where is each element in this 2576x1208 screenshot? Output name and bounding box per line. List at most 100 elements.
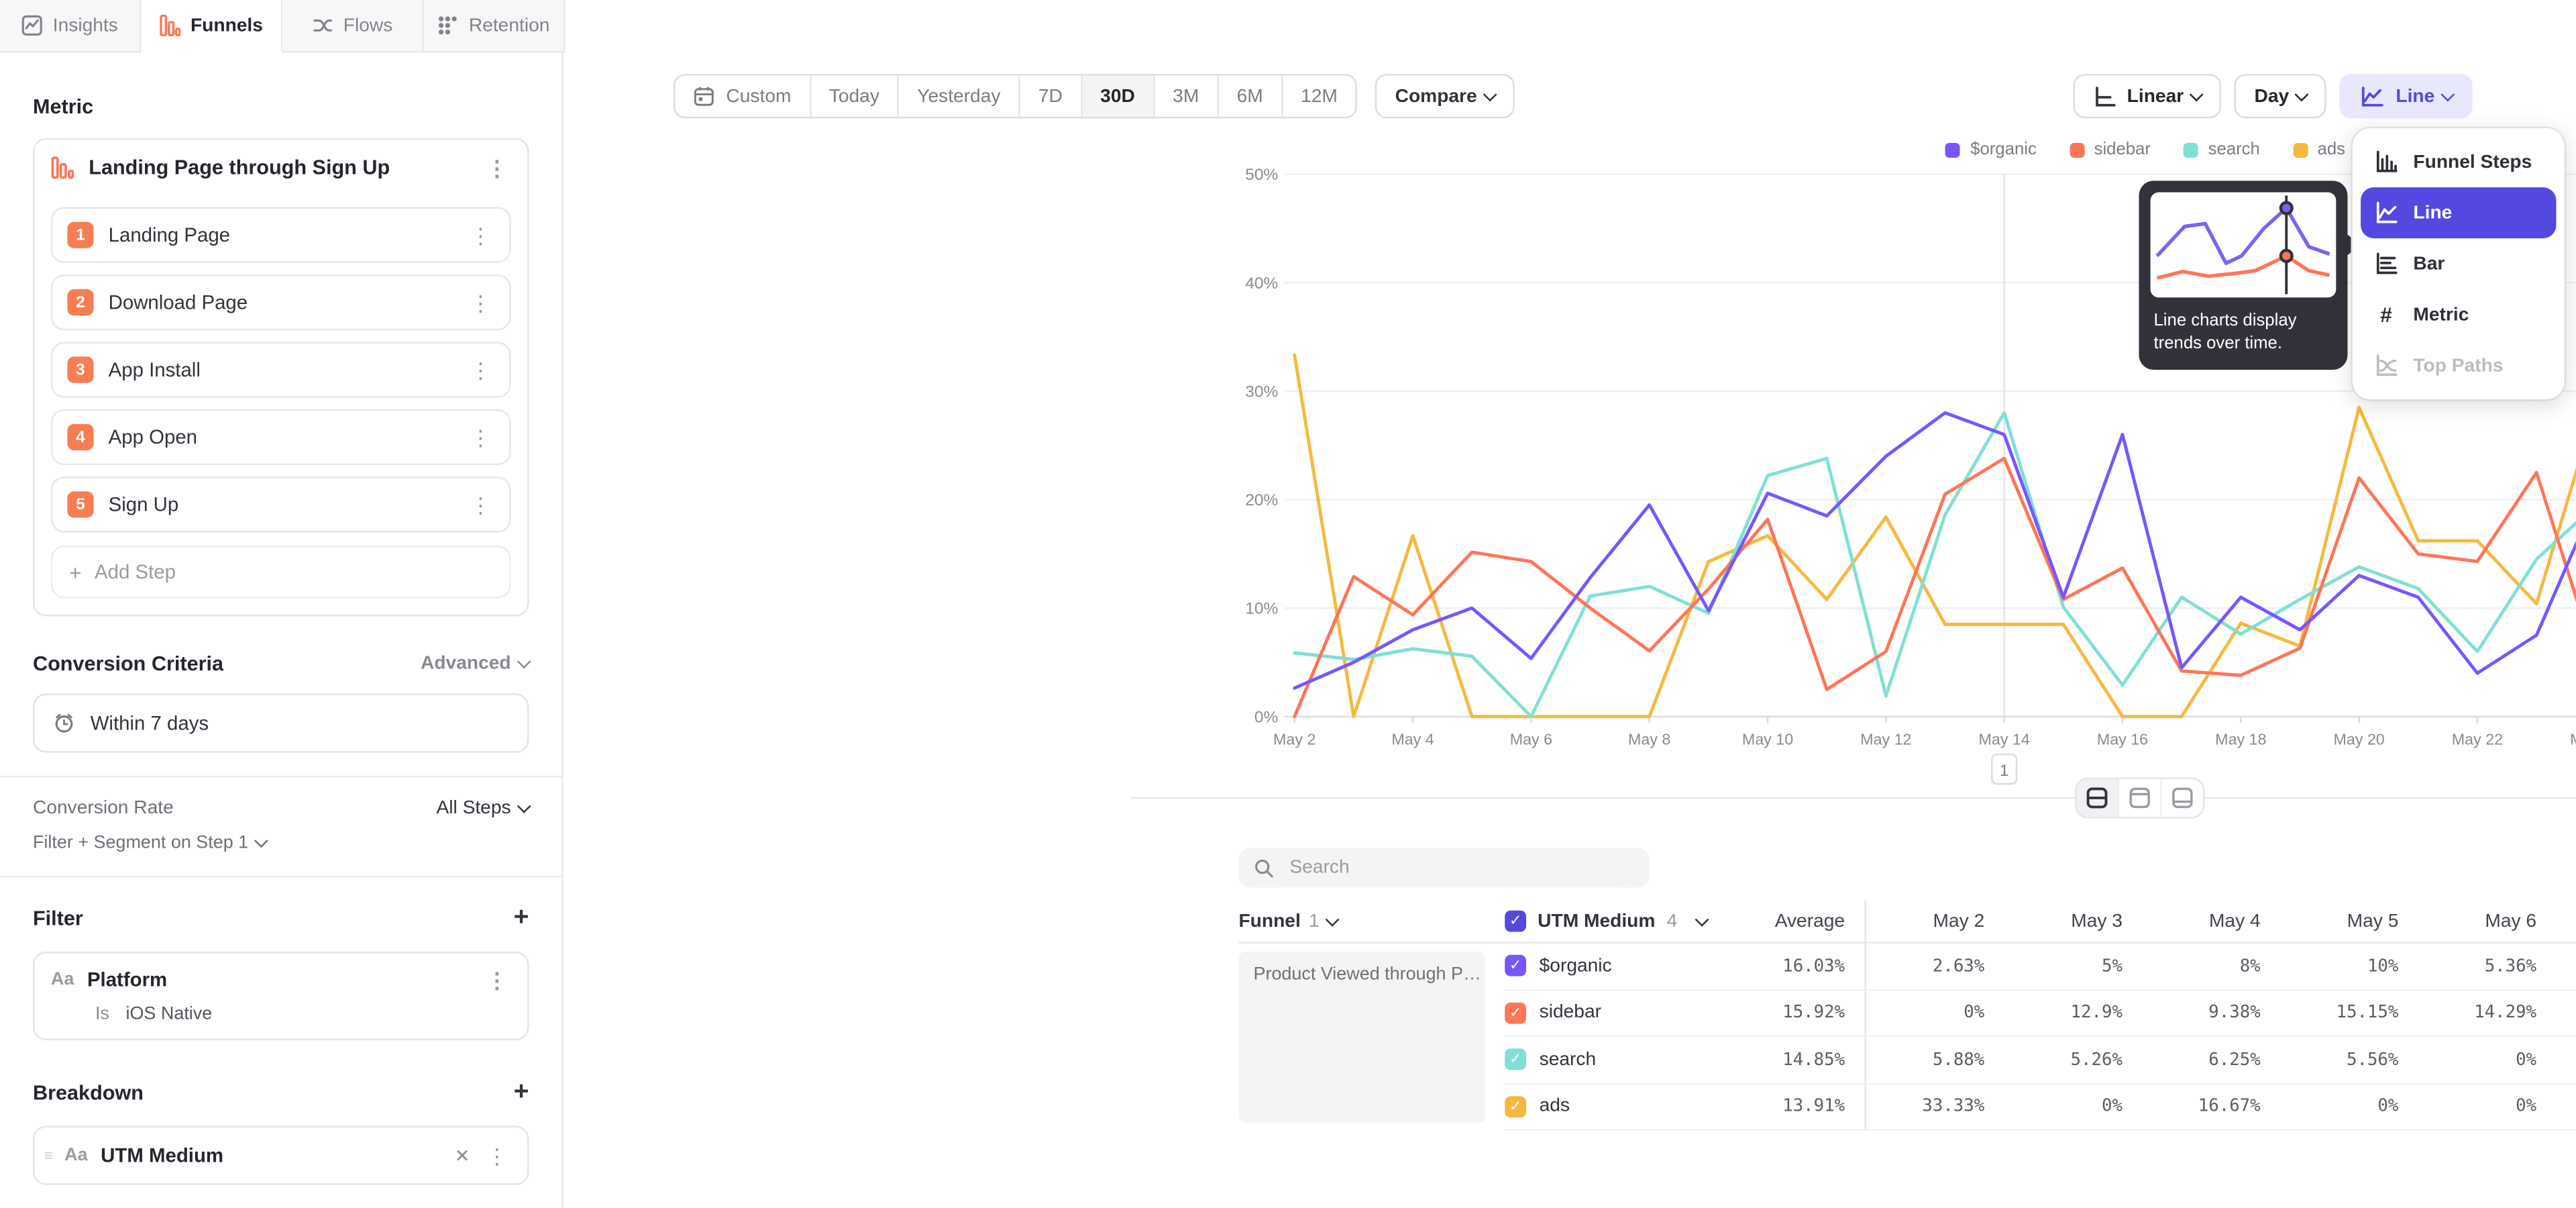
day-column-header[interactable]: May 7 — [2556, 911, 2575, 931]
day-column-header[interactable]: May 2 — [1866, 911, 2004, 931]
series-checkbox[interactable]: ✓ — [1505, 1002, 1526, 1023]
filter-card-platform[interactable]: Aa Platform ⋮ Is iOS Native — [33, 952, 529, 1040]
filter-operator[interactable]: Is — [95, 1004, 109, 1023]
tooltip-text: Line charts display trends over time. — [2151, 309, 2337, 355]
conversion-window-card[interactable]: Within 7 days — [33, 693, 529, 752]
step-label: App Install — [109, 358, 201, 381]
day-column-header[interactable]: May 6 — [2418, 911, 2557, 931]
series-checkbox[interactable]: ✓ — [1505, 955, 1526, 976]
funnel-step-2[interactable]: 2 Download Page ⋮ — [51, 274, 511, 330]
range-custom-button[interactable]: Custom — [675, 76, 810, 117]
drag-handle-icon[interactable]: ≡ — [44, 1147, 51, 1163]
calendar-icon — [693, 85, 714, 107]
day-column-header[interactable]: May 5 — [2280, 911, 2418, 931]
date-range-segmented-control: Custom Today Yesterday 7D 30D 3M 6M 12M — [674, 74, 1357, 118]
tab-funnels[interactable]: Funnels — [142, 0, 283, 52]
metric-section-heading: Metric — [33, 95, 529, 118]
range-3m-button[interactable]: 3M — [1155, 76, 1218, 117]
svg-text:May 10: May 10 — [1742, 730, 1793, 748]
scale-dropdown[interactable]: Linear — [2073, 74, 2222, 118]
funnel-step-5[interactable]: 5 Sign Up ⋮ — [51, 476, 511, 532]
legend-item[interactable]: $organic — [1945, 140, 2036, 159]
menu-item-funnel-steps[interactable]: Funnel Steps — [2361, 136, 2556, 187]
svg-text:May 4: May 4 — [1391, 730, 1434, 748]
insights-icon — [21, 15, 43, 36]
average-value: 16.03% — [1715, 944, 1866, 989]
breakdown-column-header[interactable]: ✓ UTM Medium 4 — [1505, 911, 1707, 932]
day-column-header[interactable]: May 4 — [2142, 911, 2280, 931]
svg-text:May 14: May 14 — [1979, 730, 2030, 748]
top-paths-icon — [2374, 354, 2399, 379]
series-checkbox[interactable]: ✓ — [1505, 1049, 1526, 1070]
tab-flows[interactable]: Flows — [282, 0, 424, 52]
table-row-organic: ✓$organic16.03%2.63%5%8%10%5.36%12.82%19… — [1505, 944, 2576, 991]
metric-icon: # — [2374, 303, 2399, 328]
filter-segment-dropdown[interactable]: Filter + Segment on Step 1 — [33, 834, 529, 853]
range-30d-button[interactable]: 30D — [1082, 76, 1155, 117]
all-steps-dropdown[interactable]: All Steps — [436, 799, 529, 818]
average-column-header[interactable]: Average — [1715, 901, 1866, 942]
add-breakdown-button[interactable]: + — [514, 1080, 529, 1106]
compare-button[interactable]: Compare — [1375, 74, 1515, 118]
tab-insights[interactable]: Insights — [0, 0, 142, 52]
menu-item-top-paths[interactable]: Top Paths — [2361, 340, 2556, 391]
table-header-row: Funnel 1 ✓ UTM Medium 4 AverageMay 2May … — [1238, 901, 2575, 944]
layout-chart-view-button[interactable] — [2119, 779, 2162, 817]
bar-chart-icon — [2374, 252, 2399, 276]
clock-icon — [52, 711, 75, 734]
menu-item-metric[interactable]: # Metric — [2361, 289, 2556, 340]
day-value: 5.88% — [1866, 1050, 2004, 1069]
kebab-menu-icon[interactable]: ⋮ — [483, 969, 511, 991]
chart-type-dropdown[interactable]: Line — [2340, 74, 2472, 118]
breakdown-table: Funnel 1 ✓ UTM Medium 4 AverageMay 2May … — [1238, 901, 2575, 1131]
day-value: 16.67% — [2142, 1097, 2280, 1116]
kebab-menu-icon[interactable]: ⋮ — [483, 157, 511, 179]
kebab-menu-icon[interactable]: ⋮ — [466, 224, 494, 246]
range-yesterday-button[interactable]: Yesterday — [899, 76, 1020, 117]
range-7d-button[interactable]: 7D — [1020, 76, 1082, 117]
average-value: 15.92% — [1715, 990, 1866, 1035]
menu-item-line[interactable]: Line — [2361, 187, 2556, 238]
svg-text:May 6: May 6 — [1510, 730, 1552, 748]
range-today-button[interactable]: Today — [811, 76, 899, 117]
range-12m-button[interactable]: 12M — [1283, 76, 1356, 117]
search-input[interactable] — [1286, 856, 1634, 879]
divider — [0, 876, 562, 877]
remove-breakdown-icon[interactable]: ✕ — [455, 1145, 470, 1166]
funnel-step-1[interactable]: 1 Landing Page ⋮ — [51, 207, 511, 263]
filter-value[interactable]: iOS Native — [125, 1004, 212, 1023]
day-value: 12.82% — [2556, 956, 2575, 976]
range-6m-button[interactable]: 6M — [1219, 76, 1283, 117]
conversion-window-value: Within 7 days — [91, 711, 209, 734]
layout-table-view-button[interactable] — [2162, 779, 2203, 817]
day-value: 15.15% — [2280, 1003, 2418, 1022]
add-step-button[interactable]: + Add Step — [51, 546, 511, 598]
series-checkbox[interactable]: ✓ — [1505, 1096, 1526, 1117]
tab-retention[interactable]: Retention — [424, 0, 566, 52]
interval-dropdown[interactable]: Day — [2235, 74, 2326, 118]
day-value: 9.38% — [2142, 1003, 2280, 1022]
advanced-dropdown[interactable]: Advanced — [421, 654, 529, 674]
funnel-column-header[interactable]: Funnel 1 — [1238, 911, 1337, 931]
step-number-badge: 5 — [67, 491, 93, 517]
breakdown-card-utm-medium[interactable]: ≡ Aa UTM Medium ✕ ⋮ — [33, 1125, 529, 1185]
funnel-step-3[interactable]: 3 App Install ⋮ — [51, 342, 511, 397]
menu-item-bar[interactable]: Bar — [2361, 238, 2556, 289]
day-column-header[interactable]: May 3 — [2004, 911, 2143, 931]
kebab-menu-icon[interactable]: ⋮ — [466, 292, 494, 313]
step-label: Sign Up — [109, 493, 179, 516]
kebab-menu-icon[interactable]: ⋮ — [466, 359, 494, 381]
kebab-menu-icon[interactable]: ⋮ — [466, 494, 494, 515]
kebab-menu-icon[interactable]: ⋮ — [483, 1145, 511, 1166]
select-all-checkbox[interactable]: ✓ — [1505, 911, 1526, 932]
funnel-step-4[interactable]: 4 App Open ⋮ — [51, 409, 511, 465]
legend-item[interactable]: ads — [2293, 140, 2345, 159]
svg-text:0%: 0% — [1254, 708, 1278, 726]
legend-item[interactable]: search — [2184, 140, 2260, 159]
series-name: $organic — [1540, 956, 1612, 976]
add-filter-button[interactable]: + — [514, 905, 529, 932]
layout-split-view-button[interactable] — [2076, 779, 2119, 817]
kebab-menu-icon[interactable]: ⋮ — [466, 426, 494, 448]
funnel-name-cell[interactable]: Product Viewed through P… — [1238, 952, 1485, 1123]
legend-item[interactable]: sidebar — [2070, 140, 2151, 159]
